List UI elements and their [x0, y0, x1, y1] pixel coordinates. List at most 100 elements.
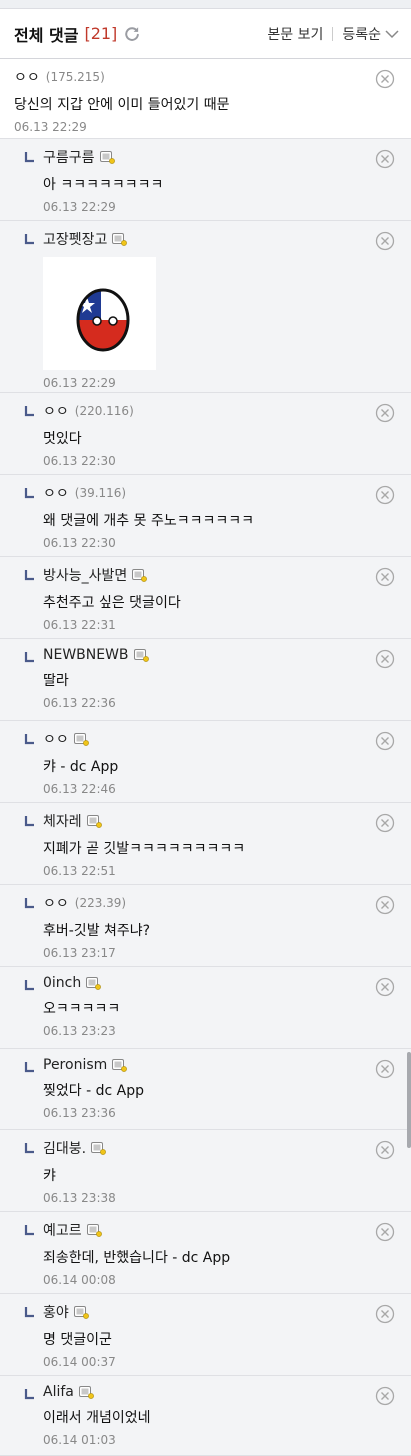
comment-item: 김대붕. 캬 06.13 23:38 — [0, 1130, 411, 1212]
comment-date: 06.13 23:17 — [43, 946, 116, 960]
comment-author-row: Alifa — [43, 1384, 411, 1400]
sort-select[interactable]: 등록순 — [342, 24, 381, 44]
comment-author-row: 홍야 — [43, 1302, 411, 1322]
member-badge-icon — [86, 976, 102, 990]
comment-item: ㅇㅇ (220.116) 멋있다 06.13 22:30 — [0, 393, 411, 475]
delete-icon[interactable] — [375, 1140, 395, 1160]
comment-nickname[interactable]: ㅇㅇ — [43, 483, 69, 503]
comment-text: 죄송한데, 반했습니다 - dc App — [43, 1250, 231, 1266]
countryball-image — [76, 288, 130, 352]
comment-nickname[interactable]: ㅇㅇ — [43, 893, 69, 913]
member-badge-icon — [78, 1385, 94, 1399]
comment-date: 06.13 23:38 — [43, 1191, 116, 1205]
comment-item: ㅇㅇ (223.39) 후버-깃발 쳐주냐? 06.13 23:17 — [0, 885, 411, 967]
delete-icon[interactable] — [375, 731, 395, 751]
reply-arrow-icon — [24, 152, 34, 163]
refresh-icon[interactable] — [123, 25, 141, 43]
delete-icon[interactable] — [375, 1059, 395, 1079]
comment-author-row: ㅇㅇ (39.116) — [43, 483, 411, 503]
comment-author-row: Peronism — [43, 1057, 411, 1073]
comment-item: 0inch 오ㅋㅋㅋㅋㅋ 06.13 23:23 — [0, 967, 411, 1049]
comment-nickname[interactable]: 방사능_사발면 — [43, 565, 127, 585]
comment-author-row: ㅇㅇ — [43, 729, 411, 749]
comment-item: Alifa 이래서 개념이었네 06.14 01:03 — [0, 1376, 411, 1456]
member-badge-icon — [99, 150, 115, 164]
comment-text: 찢었다 - dc App — [43, 1083, 144, 1099]
comment-text: 추천주고 싶은 댓글이다 — [43, 595, 181, 611]
comment-date: 06.13 22:29 — [43, 200, 116, 214]
comment-text: 딸라 — [43, 673, 69, 689]
reply-arrow-icon — [24, 234, 34, 245]
comment-nickname[interactable]: ㅇㅇ — [43, 729, 69, 749]
comment-item: 방사능_사발면 추천주고 싶은 댓글이다 06.13 22:31 — [0, 557, 411, 639]
comment-author-row: 고장펫장고 — [43, 229, 411, 249]
comment-ip: (175.215) — [45, 70, 105, 84]
comments-title: 전체 댓글 — [14, 25, 79, 45]
comment-text: 이래서 개념이었네 — [43, 1410, 151, 1426]
member-badge-icon — [133, 648, 149, 662]
delete-icon[interactable] — [375, 977, 395, 997]
comment-date: 06.14 01:03 — [43, 1433, 116, 1447]
comment-nickname[interactable]: 고장펫장고 — [43, 229, 107, 249]
comment-image[interactable] — [43, 257, 156, 370]
comment-text: 오ㅋㅋㅋㅋㅋ — [43, 1001, 121, 1017]
member-badge-icon — [73, 1305, 89, 1319]
comment-nickname[interactable]: ㅇㅇ — [14, 67, 40, 87]
comment-nickname[interactable]: 구름구름 — [43, 147, 95, 167]
comment-date: 06.13 22:36 — [43, 696, 116, 710]
delete-icon[interactable] — [375, 69, 395, 89]
comment-list: ㅇㅇ (175.215) 당신의 지갑 안에 이미 들어있기 때문 06.13 22:… — [0, 59, 411, 1456]
reply-arrow-icon — [24, 980, 34, 991]
comment-date: 06.13 23:36 — [43, 1106, 116, 1120]
comment-nickname[interactable]: Alifa — [43, 1384, 74, 1400]
scrollbar[interactable] — [407, 1052, 411, 1148]
comment-item: Peronism 찢었다 - dc App 06.13 23:36 — [0, 1049, 411, 1130]
comment-nickname[interactable]: Peronism — [43, 1057, 107, 1073]
delete-icon[interactable] — [375, 403, 395, 423]
delete-icon[interactable] — [375, 1222, 395, 1242]
comment-text: 지폐가 곧 깃발ㅋㅋㅋㅋㅋㅋㅋㅋㅋ — [43, 841, 246, 857]
member-badge-icon — [73, 732, 89, 746]
delete-icon[interactable] — [375, 485, 395, 505]
delete-icon[interactable] — [375, 231, 395, 251]
comment-author-row: ㅇㅇ (223.39) — [43, 893, 411, 913]
comment-ip: (223.39) — [74, 896, 127, 910]
reply-arrow-icon — [24, 406, 34, 417]
comment-nickname[interactable]: 예고르 — [43, 1220, 82, 1240]
comment-nickname[interactable]: 체자레 — [43, 811, 82, 831]
reply-arrow-icon — [24, 1062, 34, 1073]
comment-item: 구름구름아 ㅋㅋㅋㅋㅋㅋㅋㅋ 06.13 22:29 — [0, 139, 411, 221]
delete-icon[interactable] — [375, 1386, 395, 1406]
comment-nickname[interactable]: 김대붕. — [43, 1138, 86, 1158]
comment-text: 멋있다 — [43, 431, 82, 447]
comment-item: 홍야 명 댓글이군 06.14 00:37 — [0, 1294, 411, 1376]
delete-icon[interactable] — [375, 567, 395, 587]
reply-arrow-icon — [24, 652, 34, 663]
comment-date: 06.14 00:37 — [43, 1355, 116, 1369]
comment-date: 06.13 22:46 — [43, 782, 116, 796]
comment-nickname[interactable]: 홍야 — [43, 1302, 69, 1322]
comment-date: 06.13 22:51 — [43, 864, 116, 878]
reply-arrow-icon — [24, 570, 34, 581]
delete-icon[interactable] — [375, 649, 395, 669]
delete-icon[interactable] — [375, 1304, 395, 1324]
reply-arrow-icon — [24, 898, 34, 909]
delete-icon[interactable] — [375, 149, 395, 169]
header-divider — [332, 26, 334, 41]
member-badge-icon — [86, 814, 102, 828]
comment-author-row: 체자레 — [43, 811, 411, 831]
comment-item: 체자레지폐가 곧 깃발ㅋㅋㅋㅋㅋㅋㅋㅋㅋ 06.13 22:51 — [0, 803, 411, 885]
chevron-down-icon[interactable] — [385, 29, 399, 39]
member-badge-icon — [91, 1141, 106, 1155]
comments-header: 전체 댓글 [21] 본문 보기 등록순 — [0, 9, 411, 59]
comment-text: 캬 - dc App — [43, 759, 119, 775]
comment-date: 06.13 23:23 — [43, 1024, 116, 1038]
view-post-link[interactable]: 본문 보기 — [267, 24, 323, 44]
delete-icon[interactable] — [375, 895, 395, 915]
comment-text: 아 ㅋㅋㅋㅋㅋㅋㅋㅋ — [43, 177, 164, 193]
comment-nickname[interactable]: 0inch — [43, 975, 81, 991]
delete-icon[interactable] — [375, 813, 395, 833]
comment-author-row: NEWBNEWB — [43, 647, 411, 663]
comment-nickname[interactable]: NEWBNEWB — [43, 647, 129, 663]
comment-nickname[interactable]: ㅇㅇ — [43, 401, 69, 421]
